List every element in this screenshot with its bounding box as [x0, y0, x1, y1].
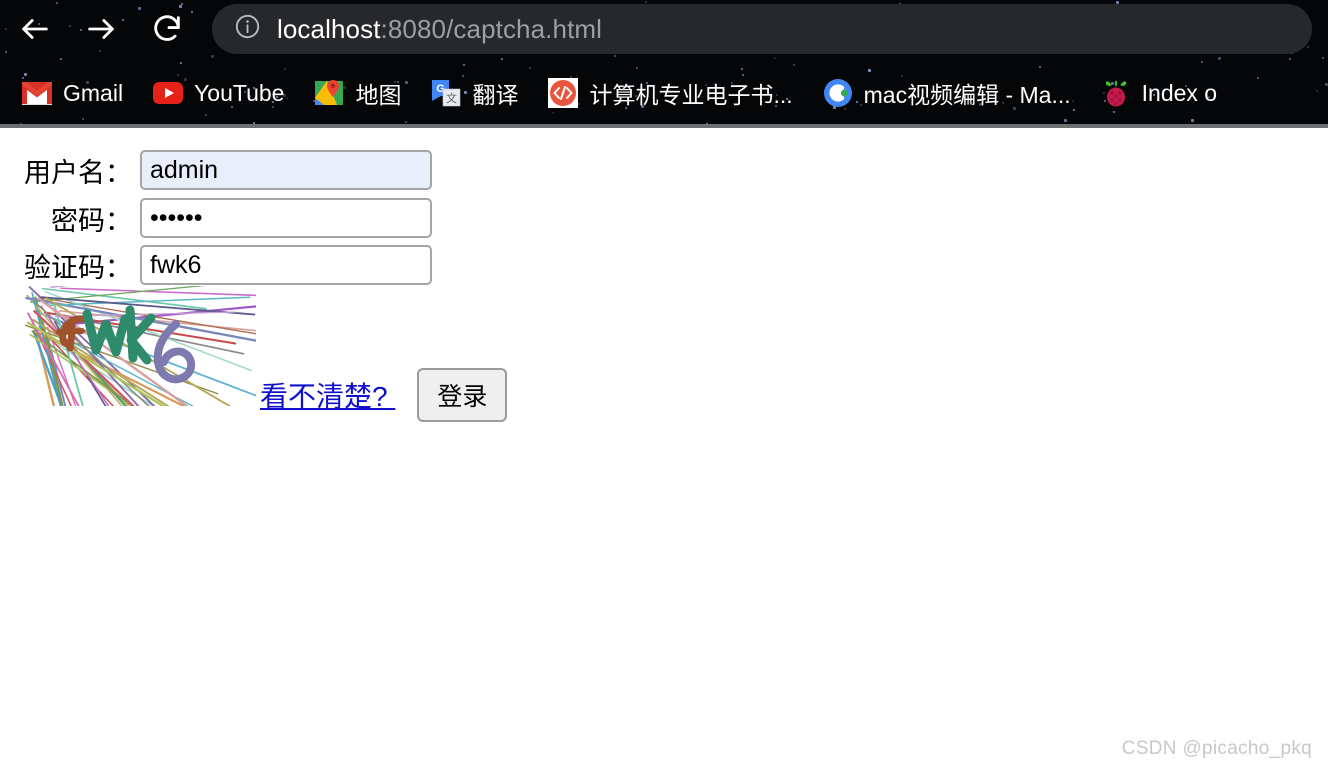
reload-icon: [150, 12, 184, 46]
youtube-icon: [153, 78, 184, 108]
blue-circle-c-icon: [823, 78, 853, 108]
bookmark-mac-video[interactable]: mac视频编辑 - Ma...: [823, 76, 1071, 110]
bookmark-youtube[interactable]: YouTube: [153, 78, 284, 108]
password-input[interactable]: [140, 198, 432, 238]
password-label: 密码：: [51, 205, 132, 236]
forward-button[interactable]: [80, 8, 122, 50]
bookmark-label: YouTube: [194, 79, 285, 106]
arrow-left-icon: [18, 12, 52, 46]
form-row-password: 密码：: [0, 198, 432, 238]
bookmark-ebooks[interactable]: 计算机专业电子书...: [548, 76, 793, 110]
bookmark-index-of[interactable]: Index o: [1101, 78, 1217, 108]
bookmark-label: 翻译: [472, 82, 519, 108]
bookmark-label: Index o: [1141, 79, 1218, 106]
bookmark-translate[interactable]: G 文 翻译: [431, 76, 518, 110]
browser-nav-row: localhost:8080/captcha.html: [0, 0, 1328, 58]
bookmark-label: 地图: [355, 82, 402, 108]
url-path: :8080/captcha.html: [380, 13, 603, 44]
back-button[interactable]: [14, 8, 56, 50]
refresh-captcha-link[interactable]: 看不清楚?: [260, 375, 395, 415]
google-translate-icon: G 文: [431, 78, 461, 108]
captcha-actions: 看不清楚? 登录: [260, 368, 508, 422]
form-row-captcha: 验证码：: [0, 245, 432, 285]
captcha-image[interactable]: [24, 265, 294, 561]
bookmark-gmail[interactable]: Gmail: [22, 78, 123, 108]
address-bar-url: localhost:8080/captcha.html: [277, 14, 602, 45]
gmail-icon: [22, 78, 52, 108]
address-bar[interactable]: localhost:8080/captcha.html: [212, 4, 1312, 54]
captcha-input[interactable]: [140, 245, 432, 285]
svg-text:文: 文: [446, 91, 457, 105]
username-label: 用户名：: [24, 157, 132, 188]
csdn-watermark: CSDN @picacho_pkq: [1121, 738, 1312, 759]
bookmark-label: Gmail: [63, 79, 124, 106]
browser-chrome: localhost:8080/captcha.html Gmail YouTub…: [0, 0, 1328, 128]
bookmark-maps[interactable]: 地图: [314, 76, 401, 110]
google-maps-icon: [314, 78, 344, 108]
code-brackets-icon: [548, 78, 579, 108]
url-host: localhost: [277, 13, 381, 44]
form-row-username: 用户名：: [0, 150, 432, 190]
username-input[interactable]: [140, 150, 432, 190]
arrow-right-icon: [84, 12, 118, 46]
bookmark-label: 计算机专业电子书...: [589, 82, 793, 108]
login-button[interactable]: 登录: [417, 368, 508, 422]
reload-button[interactable]: [146, 8, 188, 50]
captcha-label: 验证码：: [24, 252, 132, 283]
bookmark-label: mac视频编辑 - Ma...: [863, 82, 1071, 108]
page-content: 用户名： 密码： 验证码：: [0, 128, 1328, 768]
info-circle-icon[interactable]: [234, 13, 261, 45]
raspberry-pi-icon: [1101, 78, 1131, 108]
bookmarks-bar: Gmail YouTube 地图 G 文 翻译 计算机专业电子书... mac视…: [0, 58, 1328, 128]
